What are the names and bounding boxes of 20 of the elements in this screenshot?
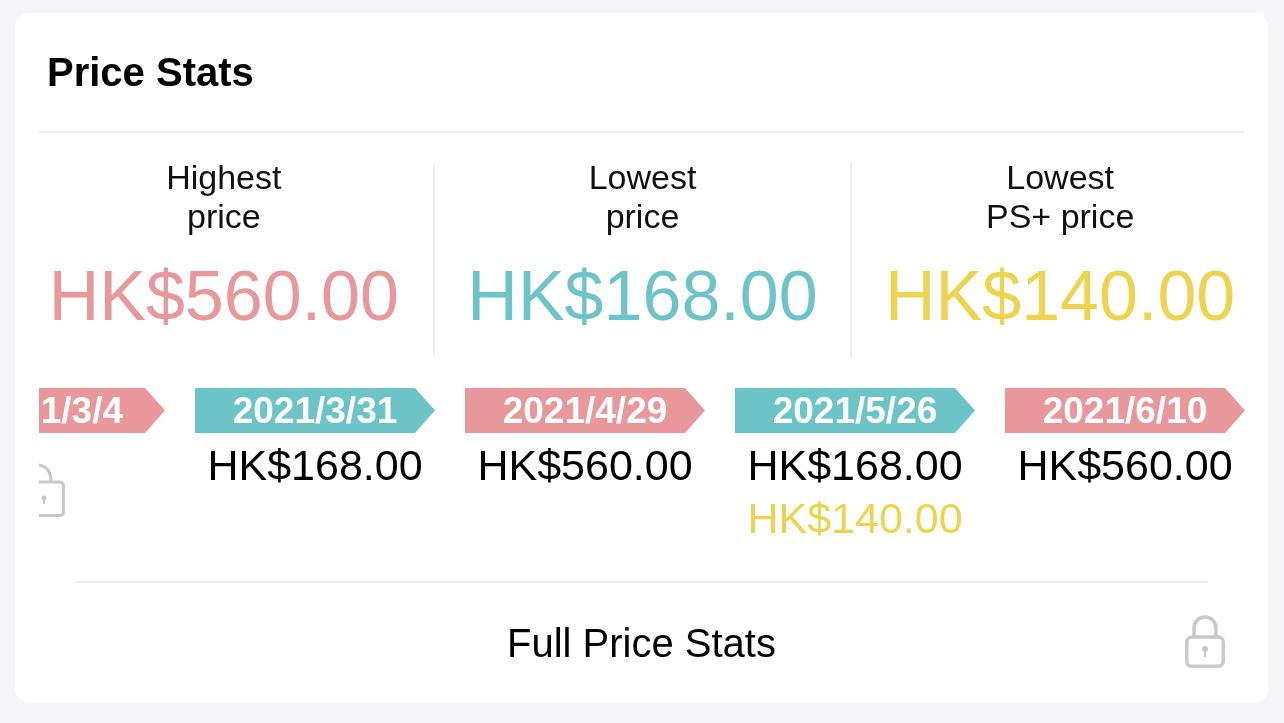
lock-icon — [1185, 615, 1225, 668]
date-tag: 1/3/4 — [39, 388, 165, 433]
stat-label: Highest price — [166, 158, 282, 236]
open-lock-icon — [39, 463, 65, 517]
price-text: HK$168.00 — [747, 440, 963, 491]
price-text: HK$168.00 — [207, 440, 423, 491]
date-tag: 2021/5/26 — [735, 388, 975, 433]
price-text: HK$560.00 — [477, 440, 693, 491]
date-tag: 2021/4/29 — [465, 388, 705, 433]
stat-label: Lowest price — [588, 158, 697, 236]
date-tag: 2021/3/31 — [195, 388, 435, 433]
stat-price: HK$560.00 — [48, 256, 399, 336]
price-text: HK$560.00 — [1017, 440, 1233, 491]
date-tag: 2021/6/10 — [1005, 388, 1245, 433]
full-price-stats-button[interactable]: Full Price Stats — [507, 619, 776, 667]
stat-price: HK$168.00 — [467, 256, 818, 336]
stat-label: Lowest PS+ price — [985, 158, 1135, 236]
stat-price: HK$140.00 — [885, 256, 1236, 336]
card-title: Price Stats — [47, 49, 254, 96]
price-text: HK$140.00 — [747, 493, 963, 544]
